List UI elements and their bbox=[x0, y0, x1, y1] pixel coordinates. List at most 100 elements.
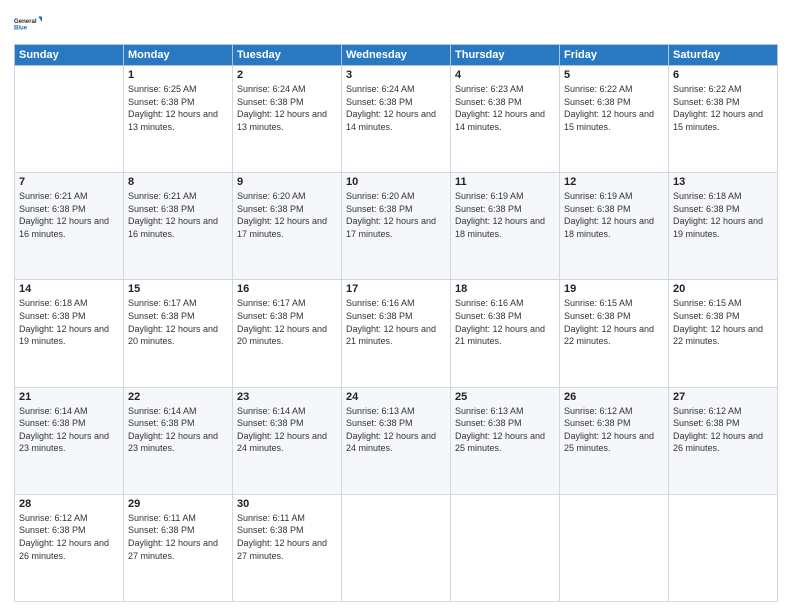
svg-text:Blue: Blue bbox=[14, 26, 28, 32]
header: General Blue bbox=[14, 10, 778, 38]
day-info: Sunrise: 6:24 AMSunset: 6:38 PMDaylight:… bbox=[346, 83, 446, 133]
calendar-cell: 20Sunrise: 6:15 AMSunset: 6:38 PMDayligh… bbox=[669, 280, 778, 387]
day-info: Sunrise: 6:18 AMSunset: 6:38 PMDaylight:… bbox=[19, 297, 119, 347]
day-number: 13 bbox=[673, 176, 773, 188]
day-number: 18 bbox=[455, 283, 555, 295]
day-number: 17 bbox=[346, 283, 446, 295]
calendar-cell: 7 Sunrise: 6:21 AMSunset: 6:38 PMDaylight… bbox=[15, 173, 124, 280]
day-number: 24 bbox=[346, 391, 446, 403]
calendar-cell: 9 Sunrise: 6:20 AMSunset: 6:38 PMDaylight… bbox=[233, 173, 342, 280]
calendar-cell: 18 Sunrise: 6:16 AMSunset: 6:38 PMDayligh… bbox=[451, 280, 560, 387]
calendar-cell: 4 Sunrise: 6:23 AMSunset: 6:38 PMDaylight… bbox=[451, 66, 560, 173]
day-info: Sunrise: 6:12 AMSunset: 6:38 PMDaylight:… bbox=[673, 405, 773, 455]
column-header-monday: Monday bbox=[124, 45, 233, 66]
calendar-cell: 25 Sunrise: 6:13 AMSunset: 6:38 PMDayligh… bbox=[451, 387, 560, 494]
day-info: Sunrise: 6:20 AMSunset: 6:38 PMDaylight:… bbox=[237, 190, 337, 240]
day-info: Sunrise: 6:14 AMSunset: 6:38 PMDaylight:… bbox=[237, 405, 337, 455]
day-info: Sunrise: 6:13 AMSunset: 6:38 PMDaylight:… bbox=[455, 405, 555, 455]
day-info: Sunrise: 6:21 AMSunset: 6:38 PMDaylight:… bbox=[128, 190, 228, 240]
calendar-cell: 1 Sunrise: 6:25 AMSunset: 6:38 PMDaylight… bbox=[124, 66, 233, 173]
day-number: 23 bbox=[237, 391, 337, 403]
day-number: 14 bbox=[19, 283, 119, 295]
calendar-cell: 6Sunrise: 6:22 AMSunset: 6:38 PMDaylight… bbox=[669, 66, 778, 173]
day-number: 21 bbox=[19, 391, 119, 403]
column-header-friday: Friday bbox=[560, 45, 669, 66]
day-number: 8 bbox=[128, 176, 228, 188]
day-info: Sunrise: 6:22 AMSunset: 6:38 PMDaylight:… bbox=[673, 83, 773, 133]
day-info: Sunrise: 6:19 AMSunset: 6:38 PMDaylight:… bbox=[455, 190, 555, 240]
calendar-cell: 19 Sunrise: 6:15 AMSunset: 6:38 PMDayligh… bbox=[560, 280, 669, 387]
day-info: Sunrise: 6:25 AMSunset: 6:38 PMDaylight:… bbox=[128, 83, 228, 133]
calendar-cell: 21 Sunrise: 6:14 AMSunset: 6:38 PMDayligh… bbox=[15, 387, 124, 494]
day-number: 11 bbox=[455, 176, 555, 188]
day-number: 25 bbox=[455, 391, 555, 403]
calendar-cell bbox=[560, 494, 669, 601]
logo-icon: General Blue bbox=[14, 10, 42, 38]
calendar-cell: 10Sunrise: 6:20 AMSunset: 6:38 PMDayligh… bbox=[342, 173, 451, 280]
calendar-cell bbox=[15, 66, 124, 173]
day-number: 9 bbox=[237, 176, 337, 188]
column-header-saturday: Saturday bbox=[669, 45, 778, 66]
calendar-cell: 3 Sunrise: 6:24 AMSunset: 6:38 PMDaylight… bbox=[342, 66, 451, 173]
day-info: Sunrise: 6:15 AMSunset: 6:38 PMDaylight:… bbox=[564, 297, 664, 347]
calendar-cell: 17 Sunrise: 6:16 AMSunset: 6:38 PMDayligh… bbox=[342, 280, 451, 387]
calendar-cell: 11 Sunrise: 6:19 AMSunset: 6:38 PMDayligh… bbox=[451, 173, 560, 280]
day-info: Sunrise: 6:19 AMSunset: 6:38 PMDaylight:… bbox=[564, 190, 664, 240]
calendar-cell: 28 Sunrise: 6:12 AMSunset: 6:38 PMDayligh… bbox=[15, 494, 124, 601]
calendar-cell: 27Sunrise: 6:12 AMSunset: 6:38 PMDayligh… bbox=[669, 387, 778, 494]
day-info: Sunrise: 6:16 AMSunset: 6:38 PMDaylight:… bbox=[455, 297, 555, 347]
column-header-sunday: Sunday bbox=[15, 45, 124, 66]
calendar-cell: 15 Sunrise: 6:17 AMSunset: 6:38 PMDayligh… bbox=[124, 280, 233, 387]
day-number: 22 bbox=[128, 391, 228, 403]
day-info: Sunrise: 6:16 AMSunset: 6:38 PMDaylight:… bbox=[346, 297, 446, 347]
day-number: 7 bbox=[19, 176, 119, 188]
day-info: Sunrise: 6:17 AMSunset: 6:38 PMDaylight:… bbox=[128, 297, 228, 347]
day-number: 16 bbox=[237, 283, 337, 295]
day-number: 4 bbox=[455, 69, 555, 81]
day-info: Sunrise: 6:22 AMSunset: 6:38 PMDaylight:… bbox=[564, 83, 664, 133]
day-info: Sunrise: 6:12 AMSunset: 6:38 PMDaylight:… bbox=[19, 512, 119, 562]
calendar-cell: 8 Sunrise: 6:21 AMSunset: 6:38 PMDaylight… bbox=[124, 173, 233, 280]
day-info: Sunrise: 6:14 AMSunset: 6:38 PMDaylight:… bbox=[19, 405, 119, 455]
column-header-tuesday: Tuesday bbox=[233, 45, 342, 66]
calendar-cell: 24 Sunrise: 6:13 AMSunset: 6:38 PMDayligh… bbox=[342, 387, 451, 494]
page: General Blue SundayMondayTuesdayWednesda… bbox=[0, 0, 792, 612]
day-info: Sunrise: 6:13 AMSunset: 6:38 PMDaylight:… bbox=[346, 405, 446, 455]
week-row-2: 7 Sunrise: 6:21 AMSunset: 6:38 PMDaylight… bbox=[15, 173, 778, 280]
day-info: Sunrise: 6:17 AMSunset: 6:38 PMDaylight:… bbox=[237, 297, 337, 347]
day-number: 20 bbox=[673, 283, 773, 295]
week-row-5: 28 Sunrise: 6:12 AMSunset: 6:38 PMDayligh… bbox=[15, 494, 778, 601]
day-info: Sunrise: 6:11 AMSunset: 6:38 PMDaylight:… bbox=[128, 512, 228, 562]
calendar-table: SundayMondayTuesdayWednesdayThursdayFrid… bbox=[14, 44, 778, 602]
calendar-cell: 22 Sunrise: 6:14 AMSunset: 6:38 PMDayligh… bbox=[124, 387, 233, 494]
day-info: Sunrise: 6:21 AMSunset: 6:38 PMDaylight:… bbox=[19, 190, 119, 240]
day-number: 15 bbox=[128, 283, 228, 295]
day-info: Sunrise: 6:12 AMSunset: 6:38 PMDaylight:… bbox=[564, 405, 664, 455]
calendar-cell: 30 Sunrise: 6:11 AMSunset: 6:38 PMDayligh… bbox=[233, 494, 342, 601]
day-info: Sunrise: 6:11 AMSunset: 6:38 PMDaylight:… bbox=[237, 512, 337, 562]
day-number: 5 bbox=[564, 69, 664, 81]
day-number: 2 bbox=[237, 69, 337, 81]
svg-text:General: General bbox=[14, 19, 37, 25]
calendar-cell: 16 Sunrise: 6:17 AMSunset: 6:38 PMDayligh… bbox=[233, 280, 342, 387]
calendar-header-row: SundayMondayTuesdayWednesdayThursdayFrid… bbox=[15, 45, 778, 66]
calendar-cell: 29 Sunrise: 6:11 AMSunset: 6:38 PMDayligh… bbox=[124, 494, 233, 601]
day-info: Sunrise: 6:23 AMSunset: 6:38 PMDaylight:… bbox=[455, 83, 555, 133]
week-row-4: 21 Sunrise: 6:14 AMSunset: 6:38 PMDayligh… bbox=[15, 387, 778, 494]
day-info: Sunrise: 6:20 AMSunset: 6:38 PMDaylight:… bbox=[346, 190, 446, 240]
day-number: 28 bbox=[19, 498, 119, 510]
day-number: 30 bbox=[237, 498, 337, 510]
day-info: Sunrise: 6:14 AMSunset: 6:38 PMDaylight:… bbox=[128, 405, 228, 455]
calendar-cell: 2 Sunrise: 6:24 AMSunset: 6:38 PMDaylight… bbox=[233, 66, 342, 173]
week-row-3: 14 Sunrise: 6:18 AMSunset: 6:38 PMDayligh… bbox=[15, 280, 778, 387]
day-info: Sunrise: 6:18 AMSunset: 6:38 PMDaylight:… bbox=[673, 190, 773, 240]
column-header-thursday: Thursday bbox=[451, 45, 560, 66]
day-number: 29 bbox=[128, 498, 228, 510]
calendar-cell: 23 Sunrise: 6:14 AMSunset: 6:38 PMDayligh… bbox=[233, 387, 342, 494]
day-number: 19 bbox=[564, 283, 664, 295]
day-info: Sunrise: 6:24 AMSunset: 6:38 PMDaylight:… bbox=[237, 83, 337, 133]
day-number: 3 bbox=[346, 69, 446, 81]
day-number: 12 bbox=[564, 176, 664, 188]
day-number: 1 bbox=[128, 69, 228, 81]
calendar-cell bbox=[342, 494, 451, 601]
